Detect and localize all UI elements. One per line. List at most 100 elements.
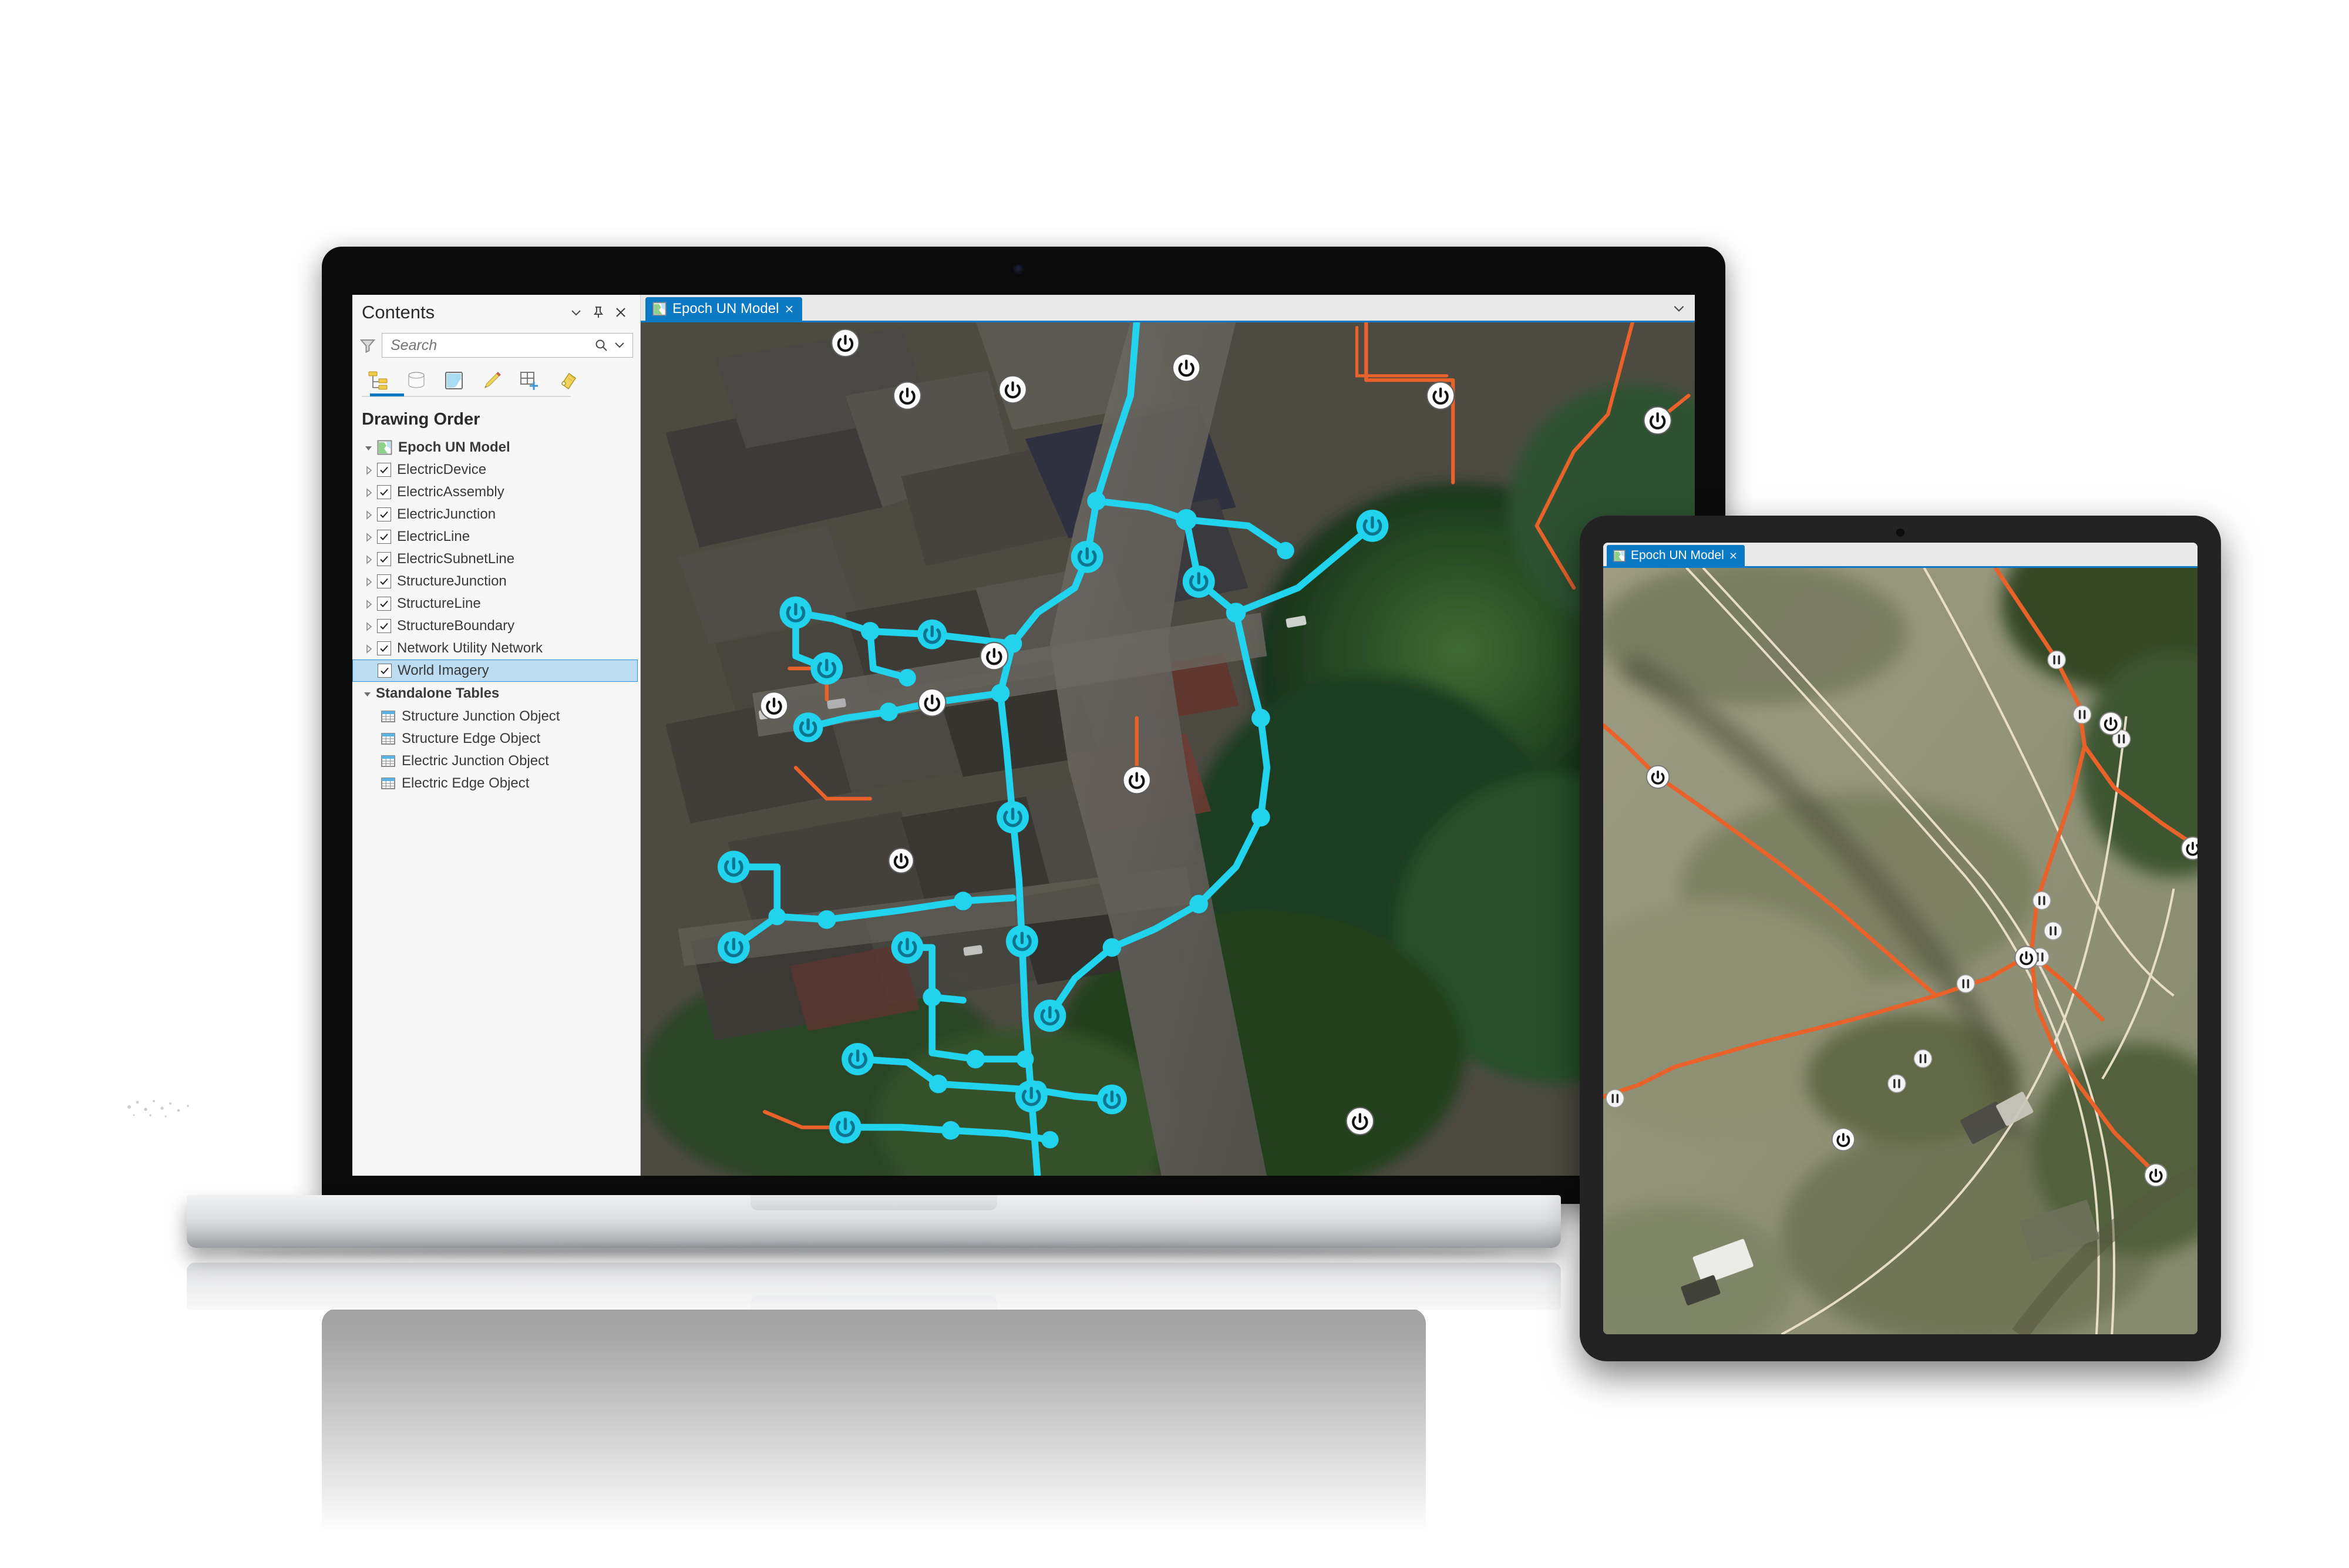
- table-label: Electric Edge Object: [402, 775, 530, 791]
- layer-row-electricjunction[interactable]: ElectricJunction: [352, 503, 640, 526]
- list-by-data-source-icon[interactable]: [398, 366, 435, 395]
- table-icon: [381, 731, 396, 746]
- layer-row-structureline[interactable]: StructureLine: [352, 593, 640, 615]
- reflection-notch: [751, 1296, 997, 1310]
- list-by-selection-icon[interactable]: [436, 366, 472, 395]
- laptop-hinge-notch: [751, 1195, 997, 1210]
- layer-row-electricassembly[interactable]: ElectricAssembly: [352, 481, 640, 503]
- standalone-tables-label: Standalone Tables: [376, 685, 500, 701]
- table-row-electric-junction-object[interactable]: Electric Junction Object: [352, 750, 640, 772]
- smudge-artifact: [127, 1100, 189, 1118]
- layer-label: ElectricSubnetLine: [397, 551, 515, 567]
- tablet-screen: Epoch UN Model ×: [1603, 543, 2197, 1334]
- tablet-tabstrip: Epoch UN Model ×: [1603, 543, 2197, 568]
- tree-root-map[interactable]: Epoch UN Model: [352, 436, 640, 459]
- contents-toolbar: [352, 361, 640, 397]
- caret-expanded-icon[interactable]: [363, 442, 375, 453]
- laptop-screen: Contents Search Drawing Order Epoch UN M…: [352, 295, 1695, 1176]
- layer-label: StructureBoundary: [397, 618, 515, 634]
- layer-row-electricsubnetline[interactable]: ElectricSubnetLine: [352, 548, 640, 570]
- layer-label: ElectricAssembly: [397, 484, 504, 500]
- layer-row-structurejunction[interactable]: StructureJunction: [352, 570, 640, 593]
- caret-collapsed-icon[interactable]: [363, 464, 375, 476]
- layer-label: Network Utility Network: [397, 640, 543, 656]
- map-graphics: [641, 322, 1695, 1176]
- search-icon[interactable]: [594, 338, 609, 353]
- caret-collapsed-icon[interactable]: [363, 620, 375, 632]
- map-tabstrip: Epoch UN Model ×: [641, 295, 1695, 322]
- layer-label: StructureLine: [397, 595, 481, 611]
- layer-visibility-checkbox[interactable]: [377, 552, 391, 566]
- table-row-structure-junction-object[interactable]: Structure Junction Object: [352, 705, 640, 728]
- layer-visibility-checkbox[interactable]: [377, 530, 391, 544]
- table-row-electric-edge-object[interactable]: Electric Edge Object: [352, 772, 640, 795]
- caret-collapsed-icon[interactable]: [363, 531, 375, 543]
- layer-label: World Imagery: [398, 662, 489, 678]
- list-by-drawing-order-icon[interactable]: [361, 366, 404, 396]
- chevron-down-icon[interactable]: [565, 301, 587, 324]
- caret-collapsed-icon[interactable]: [363, 576, 375, 587]
- layer-row-world-imagery[interactable]: World Imagery: [352, 659, 638, 682]
- webcam-icon: [1013, 264, 1025, 276]
- tab-epoch-un-model[interactable]: Epoch UN Model ×: [645, 297, 802, 321]
- layer-row-electricline[interactable]: ElectricLine: [352, 526, 640, 548]
- tree-root-label: Epoch UN Model: [398, 439, 510, 455]
- caret-expanded-icon[interactable]: [362, 688, 373, 699]
- tablet-device: Epoch UN Model ×: [1580, 516, 2221, 1361]
- layer-row-network-utility-network[interactable]: Network Utility Network: [352, 637, 640, 659]
- laptop-base: [187, 1195, 1561, 1248]
- drawing-order-heading: Drawing Order: [362, 410, 480, 429]
- map-icon: [1613, 549, 1626, 562]
- layer-label: ElectricLine: [397, 529, 470, 544]
- caret-collapsed-icon[interactable]: [363, 509, 375, 520]
- tab-label: Epoch UN Model: [1631, 549, 1724, 562]
- layer-visibility-checkbox[interactable]: [377, 641, 391, 655]
- layer-visibility-checkbox[interactable]: [377, 597, 391, 611]
- tablet-map-canvas[interactable]: [1603, 568, 2197, 1334]
- filter-icon[interactable]: [359, 337, 376, 354]
- layer-row-structureboundary[interactable]: StructureBoundary: [352, 615, 640, 637]
- close-icon[interactable]: ×: [1729, 549, 1737, 563]
- layer-visibility-checkbox[interactable]: [378, 664, 392, 678]
- pin-icon[interactable]: [587, 301, 610, 324]
- caret-placeholder-icon: [364, 665, 375, 677]
- map-view: Epoch UN Model ×: [641, 295, 1695, 1176]
- contents-title: Contents: [362, 302, 435, 322]
- map-icon: [377, 440, 392, 455]
- layer-visibility-checkbox[interactable]: [377, 574, 391, 588]
- contents-pane: Contents Search Drawing Order Epoch UN M…: [352, 295, 641, 1176]
- table-row-structure-edge-object[interactable]: Structure Edge Object: [352, 728, 640, 750]
- layer-visibility-checkbox[interactable]: [377, 507, 391, 521]
- search-box[interactable]: [382, 333, 633, 358]
- search-input[interactable]: [389, 336, 590, 355]
- chevron-down-icon[interactable]: [1671, 301, 1687, 316]
- tab-label: Epoch UN Model: [672, 301, 779, 317]
- table-label: Electric Junction Object: [402, 753, 549, 769]
- caret-collapsed-icon[interactable]: [363, 642, 375, 654]
- webcam-icon: [1896, 529, 1904, 537]
- layer-visibility-checkbox[interactable]: [377, 463, 391, 477]
- caret-collapsed-icon[interactable]: [363, 486, 375, 498]
- layer-visibility-checkbox[interactable]: [377, 485, 391, 499]
- arcgis-pro-window: Contents Search Drawing Order Epoch UN M…: [352, 295, 1695, 1176]
- list-by-labeling-icon[interactable]: [548, 366, 585, 395]
- caret-collapsed-icon[interactable]: [363, 598, 375, 610]
- list-by-editing-icon[interactable]: [473, 366, 510, 395]
- layer-visibility-checkbox[interactable]: [377, 619, 391, 633]
- laptop-device: Contents Search Drawing Order Epoch UN M…: [322, 247, 1725, 1204]
- laptop-reflection: [187, 1263, 1561, 1533]
- chevron-down-icon[interactable]: [613, 338, 628, 353]
- list-by-snapping-icon[interactable]: [511, 366, 547, 395]
- standalone-tables-header[interactable]: Standalone Tables: [352, 682, 640, 705]
- layer-tree: Epoch UN Model ElectricDevice ElectricAs…: [352, 436, 640, 1176]
- close-icon[interactable]: ×: [785, 301, 793, 317]
- layer-row-electricdevice[interactable]: ElectricDevice: [352, 459, 640, 481]
- close-icon[interactable]: [610, 301, 632, 324]
- map-canvas[interactable]: [641, 322, 1695, 1176]
- map-icon: [652, 302, 667, 316]
- contents-header: Contents: [352, 295, 640, 330]
- tab-epoch-un-model[interactable]: Epoch UN Model ×: [1607, 545, 1745, 566]
- caret-collapsed-icon[interactable]: [363, 553, 375, 565]
- search-row: [352, 330, 640, 361]
- table-label: Structure Junction Object: [402, 708, 560, 724]
